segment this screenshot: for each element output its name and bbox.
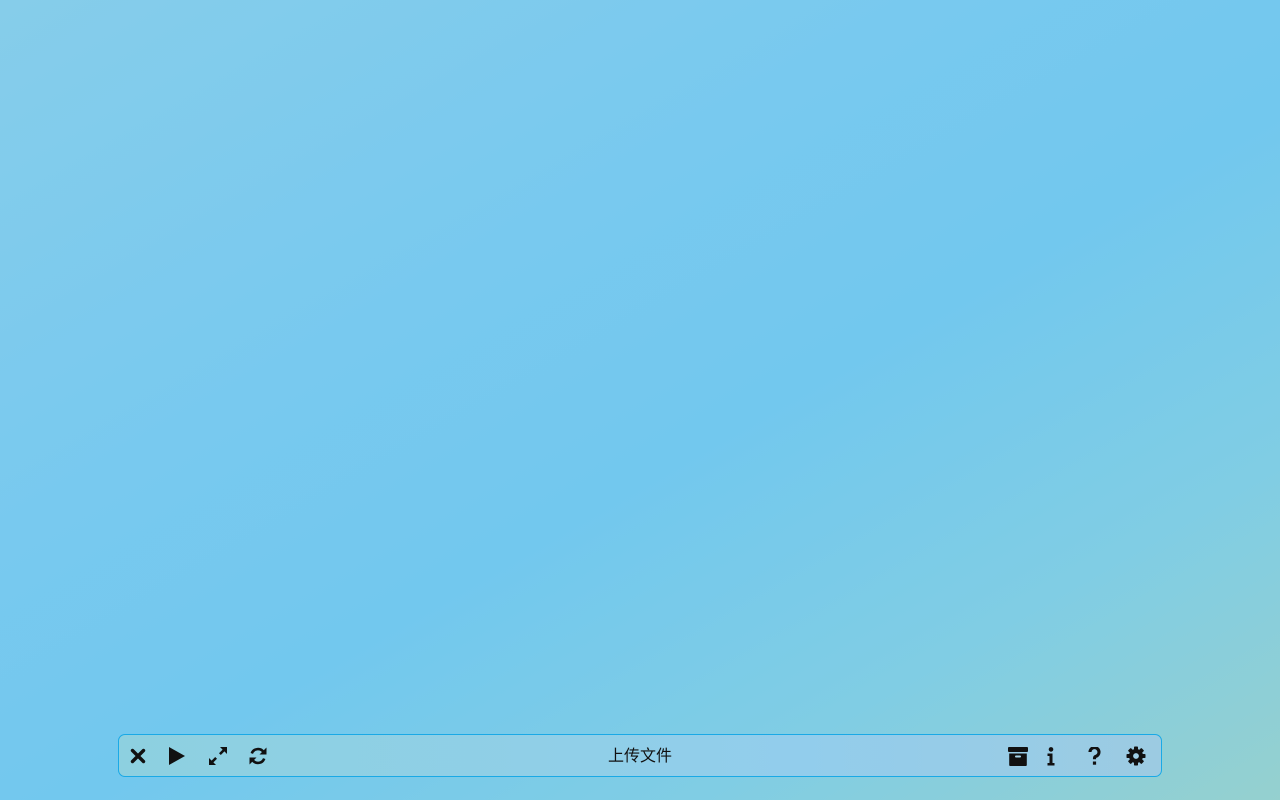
fullscreen-button[interactable] xyxy=(203,741,233,771)
archive-icon xyxy=(1008,746,1028,766)
gear-icon xyxy=(1126,746,1146,766)
help-button[interactable] xyxy=(1079,741,1109,771)
content-viewport xyxy=(0,0,1280,730)
play-button[interactable] xyxy=(162,741,192,771)
close-button[interactable] xyxy=(123,741,153,771)
settings-button[interactable] xyxy=(1121,741,1151,771)
expand-icon xyxy=(209,747,227,765)
toolbar-title: 上传文件 xyxy=(607,746,672,765)
close-icon xyxy=(130,748,146,764)
info-button[interactable] xyxy=(1036,741,1066,771)
refresh-icon xyxy=(249,747,267,765)
play-icon xyxy=(169,747,185,765)
info-icon xyxy=(1047,746,1055,765)
refresh-button[interactable] xyxy=(243,741,273,771)
archive-button[interactable] xyxy=(1003,741,1033,771)
question-icon xyxy=(1087,746,1101,765)
bottom-toolbar: 上传文件 xyxy=(118,734,1162,777)
